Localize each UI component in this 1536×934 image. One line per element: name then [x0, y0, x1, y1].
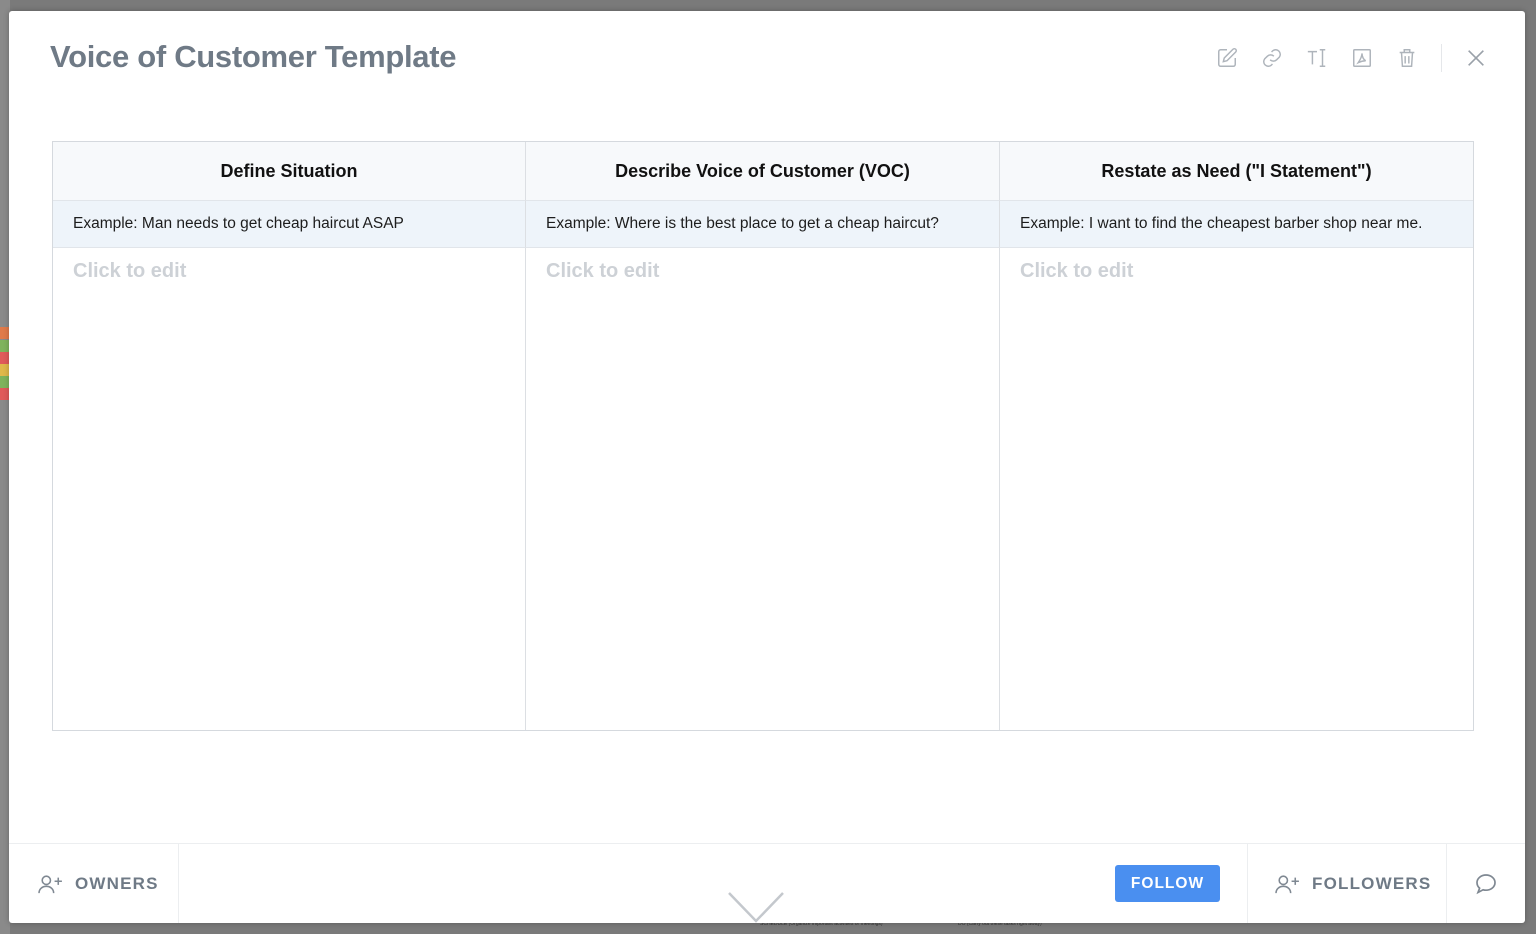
- link-icon: [1263, 49, 1281, 67]
- template-modal: Voice of Customer Template Define Situat…: [9, 11, 1525, 923]
- export-pdf-button[interactable]: [1347, 43, 1377, 73]
- editable-cell[interactable]: Click to edit: [53, 248, 526, 730]
- toolbar-divider: [1441, 44, 1442, 72]
- page-title: Voice of Customer Template: [50, 39, 457, 74]
- text-format-button[interactable]: [1302, 43, 1332, 73]
- edit-button[interactable]: [1212, 43, 1242, 73]
- trash-icon: [1399, 49, 1415, 67]
- close-button[interactable]: [1461, 43, 1491, 73]
- comment-icon: [1476, 874, 1496, 895]
- example-cell[interactable]: Example: Man needs to get cheap haircut …: [53, 201, 526, 248]
- text-format-icon: [1307, 49, 1326, 67]
- example-cell[interactable]: Example: I want to find the cheapest bar…: [1000, 201, 1473, 248]
- column-header: Restate as Need ("I Statement"): [1000, 142, 1473, 201]
- follow-button[interactable]: FOLLOW: [1115, 865, 1220, 902]
- add-user-icon: [38, 875, 62, 894]
- voc-table: Define Situation Describe Voice of Custo…: [52, 141, 1474, 731]
- edit-icon: [1218, 48, 1237, 67]
- pdf-icon: [1353, 49, 1371, 67]
- add-user-icon: [1275, 875, 1299, 894]
- followers-label: FOLLOWERS: [1312, 874, 1432, 893]
- copy-link-button[interactable]: [1257, 43, 1287, 73]
- example-cell[interactable]: Example: Where is the best place to get …: [526, 201, 1000, 248]
- modal-footer: OWNERS FOLLOW FOLLOWERS: [9, 843, 1525, 923]
- modal-toolbar: [1197, 43, 1491, 73]
- owners-button[interactable]: OWNERS: [9, 844, 179, 923]
- editable-cell[interactable]: Click to edit: [1000, 248, 1473, 730]
- owners-label: OWNERS: [75, 874, 159, 893]
- column-header: Describe Voice of Customer (VOC): [526, 142, 1000, 201]
- comments-button[interactable]: [1447, 844, 1525, 923]
- chevron-down-icon[interactable]: [727, 890, 785, 923]
- column-header: Define Situation: [53, 142, 526, 201]
- editable-cell[interactable]: Click to edit: [526, 248, 1000, 730]
- followers-button[interactable]: FOLLOWERS: [1247, 844, 1447, 923]
- close-icon: [1468, 50, 1484, 66]
- delete-button[interactable]: [1392, 43, 1422, 73]
